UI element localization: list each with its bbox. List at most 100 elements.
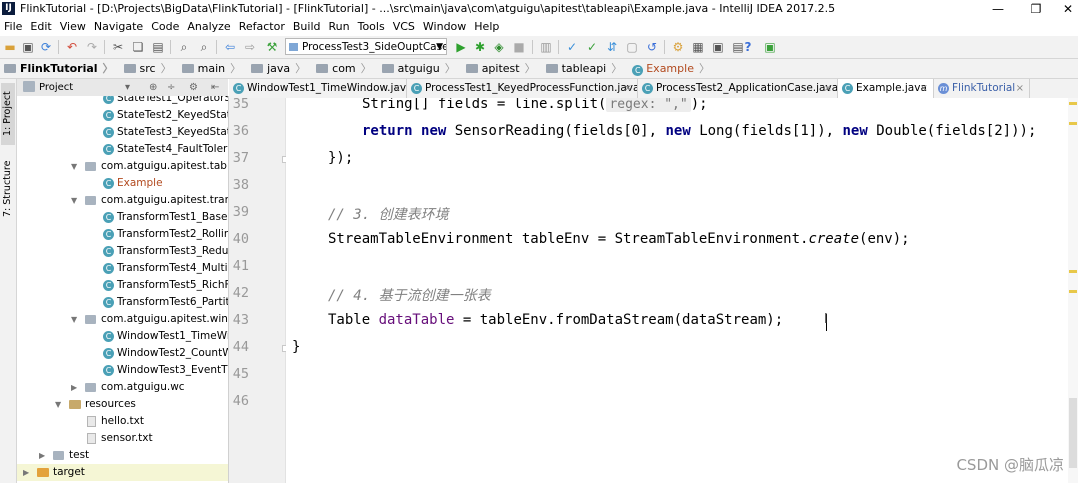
tree-item-windowtest2[interactable]: CWindowTest2_CountWindow xyxy=(17,345,228,362)
vcs-update-icon[interactable]: ✓ xyxy=(564,39,580,55)
menu-vcs[interactable]: VCS xyxy=(389,18,419,36)
redo-icon[interactable]: ↷ xyxy=(84,39,100,55)
close-tab-icon[interactable]: × xyxy=(393,79,401,98)
code-editor[interactable]: String[] fields = line.split(regex: ",")… xyxy=(286,98,1068,483)
project-tool-tab[interactable]: 1: Project xyxy=(1,83,15,145)
menu-run[interactable]: Run xyxy=(325,18,354,36)
structure-tool-tab[interactable]: 7: Structure xyxy=(1,153,15,225)
debug-icon[interactable]: ✱ xyxy=(472,39,488,55)
crumb-com[interactable]: com 〉 xyxy=(312,59,378,78)
warning-mark[interactable] xyxy=(1069,290,1077,293)
tree-item-statetest1[interactable]: CStateTest1_OperatorState xyxy=(17,96,228,107)
target-icon[interactable]: ⊕ xyxy=(149,80,157,95)
build-icon[interactable]: ⚒ xyxy=(264,39,280,55)
restore-icon[interactable]: ❐ xyxy=(1020,0,1052,18)
collapse-icon[interactable]: ÷ xyxy=(167,80,175,95)
replace-icon[interactable]: ⌕ xyxy=(196,39,212,55)
scrollbar-thumb[interactable] xyxy=(1069,398,1077,468)
terminal-icon[interactable]: ▣ xyxy=(762,39,778,55)
tree-item-transformtest3[interactable]: CTransformTest3_Reduce xyxy=(17,243,228,260)
find-icon[interactable]: ⌕ xyxy=(176,39,192,55)
close-tab-icon[interactable]: × xyxy=(920,79,928,98)
menu-tools[interactable]: Tools xyxy=(354,18,389,36)
crumb-java[interactable]: java 〉 xyxy=(247,59,312,78)
crumb-main[interactable]: main 〉 xyxy=(178,59,247,78)
sdk-icon[interactable]: ▣ xyxy=(710,39,726,55)
tab-windowtest1[interactable]: C WindowTest1_TimeWindow.java × xyxy=(229,79,407,98)
paste-icon[interactable]: ▤ xyxy=(150,39,166,55)
tree-item-transformtest1[interactable]: C TransformTest1_Base xyxy=(17,209,228,226)
tree-package-wc[interactable]: ▶ com.atguigu.wc xyxy=(17,379,228,396)
tree-item-statetest4[interactable]: CStateTest4_FaultTolerance xyxy=(17,141,228,158)
crumb-atguigu[interactable]: atguigu 〉 xyxy=(378,59,462,78)
warning-mark[interactable] xyxy=(1069,270,1077,273)
crumb-tableapi[interactable]: tableapi 〉 xyxy=(542,59,629,78)
tab-processtest1[interactable]: C ProcessTest1_KeyedProcessFunction.java × xyxy=(407,79,638,98)
warning-mark[interactable] xyxy=(1069,122,1077,125)
tree-item-transformtest5[interactable]: CTransformTest5_RichFunction xyxy=(17,277,228,294)
menu-help[interactable]: Help xyxy=(470,18,503,36)
tree-item-windowtest3[interactable]: CWindowTest3_EventTimeWindow xyxy=(17,362,228,379)
tree-item-windowtest1[interactable]: CWindowTest1_TimeWindow xyxy=(17,328,228,345)
project-structure-icon[interactable]: ▦ xyxy=(690,39,706,55)
run-icon[interactable]: ▶ xyxy=(453,39,469,55)
vcs-revert-icon[interactable]: ↺ xyxy=(644,39,660,55)
close-tab-icon[interactable]: × xyxy=(624,79,632,98)
hide-icon[interactable]: ⇤ xyxy=(211,80,219,95)
menu-build[interactable]: Build xyxy=(289,18,325,36)
sync-icon[interactable]: ⟳ xyxy=(38,39,54,55)
cut-icon[interactable]: ✂ xyxy=(110,39,126,55)
menu-navigate[interactable]: Navigate xyxy=(90,18,147,36)
menu-view[interactable]: View xyxy=(56,18,90,36)
tree-item-transformtest6[interactable]: CTransformTest6_Partition xyxy=(17,294,228,311)
stop-icon[interactable]: ■ xyxy=(511,39,527,55)
tree-package-window[interactable]: ▼com.atguigu.apitest.window xyxy=(17,311,228,328)
help-icon[interactable]: ? xyxy=(740,39,756,55)
coverage-icon[interactable]: ◈ xyxy=(491,39,507,55)
back-icon[interactable]: ⇦ xyxy=(222,39,238,55)
warning-mark[interactable] xyxy=(1069,102,1077,105)
tab-flinktutorial[interactable]: m FlinkTutorial × xyxy=(934,79,1030,98)
undo-icon[interactable]: ↶ xyxy=(64,39,80,55)
menu-code[interactable]: Code xyxy=(147,18,183,36)
crumb-src[interactable]: src 〉 xyxy=(120,59,178,78)
open-folder-icon[interactable]: ▬ xyxy=(2,39,18,55)
crumb-apitest[interactable]: apitest 〉 xyxy=(462,59,542,78)
structure-icon[interactable]: ▥ xyxy=(538,39,554,55)
tree-item-transformtest4[interactable]: CTransformTest4_MultipleStreams xyxy=(17,260,228,277)
minimize-icon[interactable]: — xyxy=(982,0,1014,18)
settings-icon[interactable]: ⚙ xyxy=(670,39,686,55)
tab-processtest2[interactable]: C ProcessTest2_ApplicationCase.java × xyxy=(638,79,838,98)
close-tab-icon[interactable]: × xyxy=(1016,79,1024,98)
chevron-down-icon[interactable]: ▾ xyxy=(125,80,130,95)
tree-folder-resources[interactable]: ▼ resources xyxy=(17,396,228,413)
save-icon[interactable]: ▣ xyxy=(20,39,36,55)
vcs-history-icon[interactable]: ▢ xyxy=(624,39,640,55)
tree-item-example[interactable]: C Example xyxy=(17,175,228,192)
tree-file-sensor[interactable]: sensor.txt xyxy=(17,430,228,447)
tree-item-statetest2[interactable]: C StateTest2_KeyedState xyxy=(17,107,228,124)
copy-icon[interactable]: ❏ xyxy=(130,39,146,55)
menu-analyze[interactable]: Analyze xyxy=(183,18,234,36)
menu-edit[interactable]: Edit xyxy=(26,18,55,36)
vcs-commit-icon[interactable]: ✓ xyxy=(584,39,600,55)
menu-refactor[interactable]: Refactor xyxy=(235,18,289,36)
crumb-example[interactable]: C Example 〉 xyxy=(628,59,716,78)
close-tab-icon[interactable]: × xyxy=(824,79,832,98)
crumb-project[interactable]: FlinkTutorial 〉 xyxy=(0,59,120,78)
run-configuration-select[interactable]: ProcessTest3_SideOuptCase ▼ xyxy=(285,38,447,55)
forward-icon[interactable]: ⇨ xyxy=(242,39,258,55)
gear-icon[interactable]: ⚙ xyxy=(189,80,198,95)
tree-package-tableapi[interactable]: ▼com.atguigu.apitest.tableapi xyxy=(17,158,228,175)
tab-example[interactable]: C Example.java × xyxy=(838,79,934,98)
tree-file-hello[interactable]: hello.txt xyxy=(17,413,228,430)
editor-error-stripe[interactable] xyxy=(1068,98,1078,483)
menu-file[interactable]: File xyxy=(0,18,26,36)
tree-item-transformtest2[interactable]: CTransformTest2_RollingAggregation xyxy=(17,226,228,243)
menu-window[interactable]: Window xyxy=(419,18,470,36)
tree-item-statetest3[interactable]: CStateTest3_KeyedStateApplicationCase xyxy=(17,124,228,141)
tree-folder-test[interactable]: ▶ test xyxy=(17,447,228,464)
vcs-compare-icon[interactable]: ⇵ xyxy=(604,39,620,55)
tree-folder-target[interactable]: ▶ target xyxy=(17,464,228,481)
tree-package-transform[interactable]: ▼com.atguigu.apitest.transform xyxy=(17,192,228,209)
